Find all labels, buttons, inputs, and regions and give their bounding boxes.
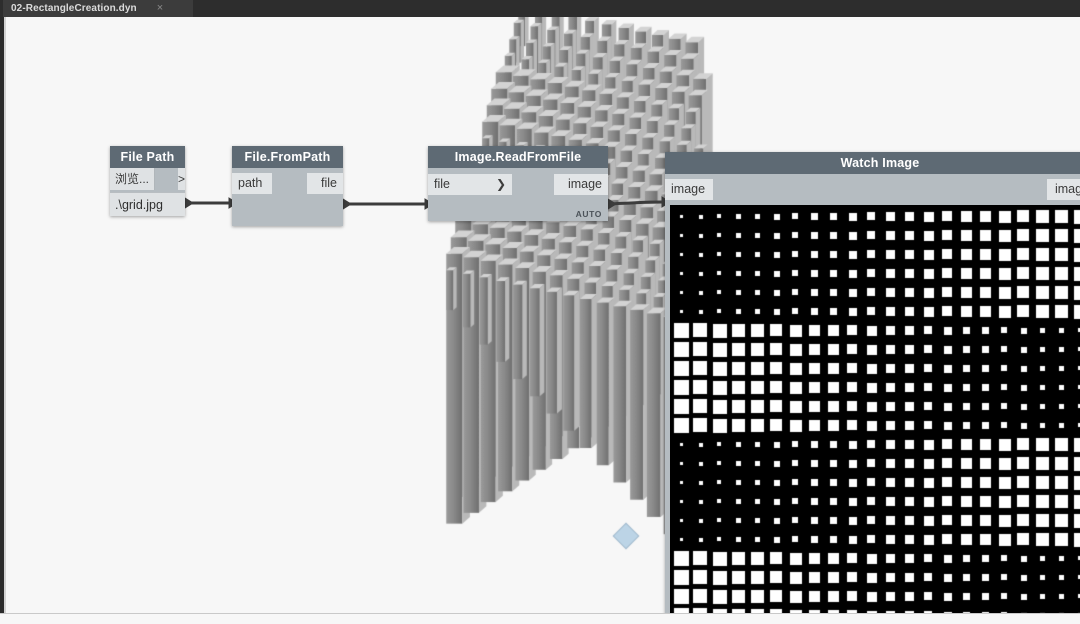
close-icon[interactable]: × [157,3,163,14]
node-title: File.FromPath [232,146,343,168]
file-path-output-port[interactable]: > [177,168,185,190]
node-title: File Path [110,146,185,168]
chevron-right-icon[interactable]: ❯ [496,174,506,195]
node-image-readfromfile[interactable]: Image.ReadFromFile file ❯ image AUTO [428,146,608,221]
input-port-path[interactable]: path [232,173,272,194]
node-title: Image.ReadFromFile [428,146,608,168]
node-file-frompath[interactable]: File.FromPath path file [232,146,343,226]
output-port-file[interactable]: file [307,173,343,194]
file-path-row: 浏览... > [110,168,185,190]
input-port-image[interactable]: image [665,179,713,200]
node-file-path[interactable]: File Path 浏览... > .\grid.jpg [110,146,185,216]
output-port-image[interactable]: image [554,174,608,195]
watch-image-preview [670,205,1080,621]
node-title: Watch Image [665,152,1080,174]
dynamo-window: 02-RectangleCreation.dyn × File Path 浏览.… [0,0,1080,624]
bottom-window-edge [0,613,1080,624]
grid-image-canvas [670,205,1080,621]
tab-rectangle-creation[interactable]: 02-RectangleCreation.dyn × [3,0,193,17]
browse-button[interactable]: 浏览... [110,168,156,190]
left-window-inner-edge [4,17,6,624]
tab-label: 02-RectangleCreation.dyn [11,3,137,14]
file-path-value: .\grid.jpg [110,192,185,216]
auto-badge: AUTO [575,209,602,219]
output-port-image[interactable]: image [1047,179,1080,200]
graph-canvas[interactable]: File Path 浏览... > .\grid.jpg File.FromPa… [0,17,1080,624]
node-watch-image[interactable]: Watch Image image image [665,152,1080,622]
tab-bar: 02-RectangleCreation.dyn × [0,0,1080,18]
